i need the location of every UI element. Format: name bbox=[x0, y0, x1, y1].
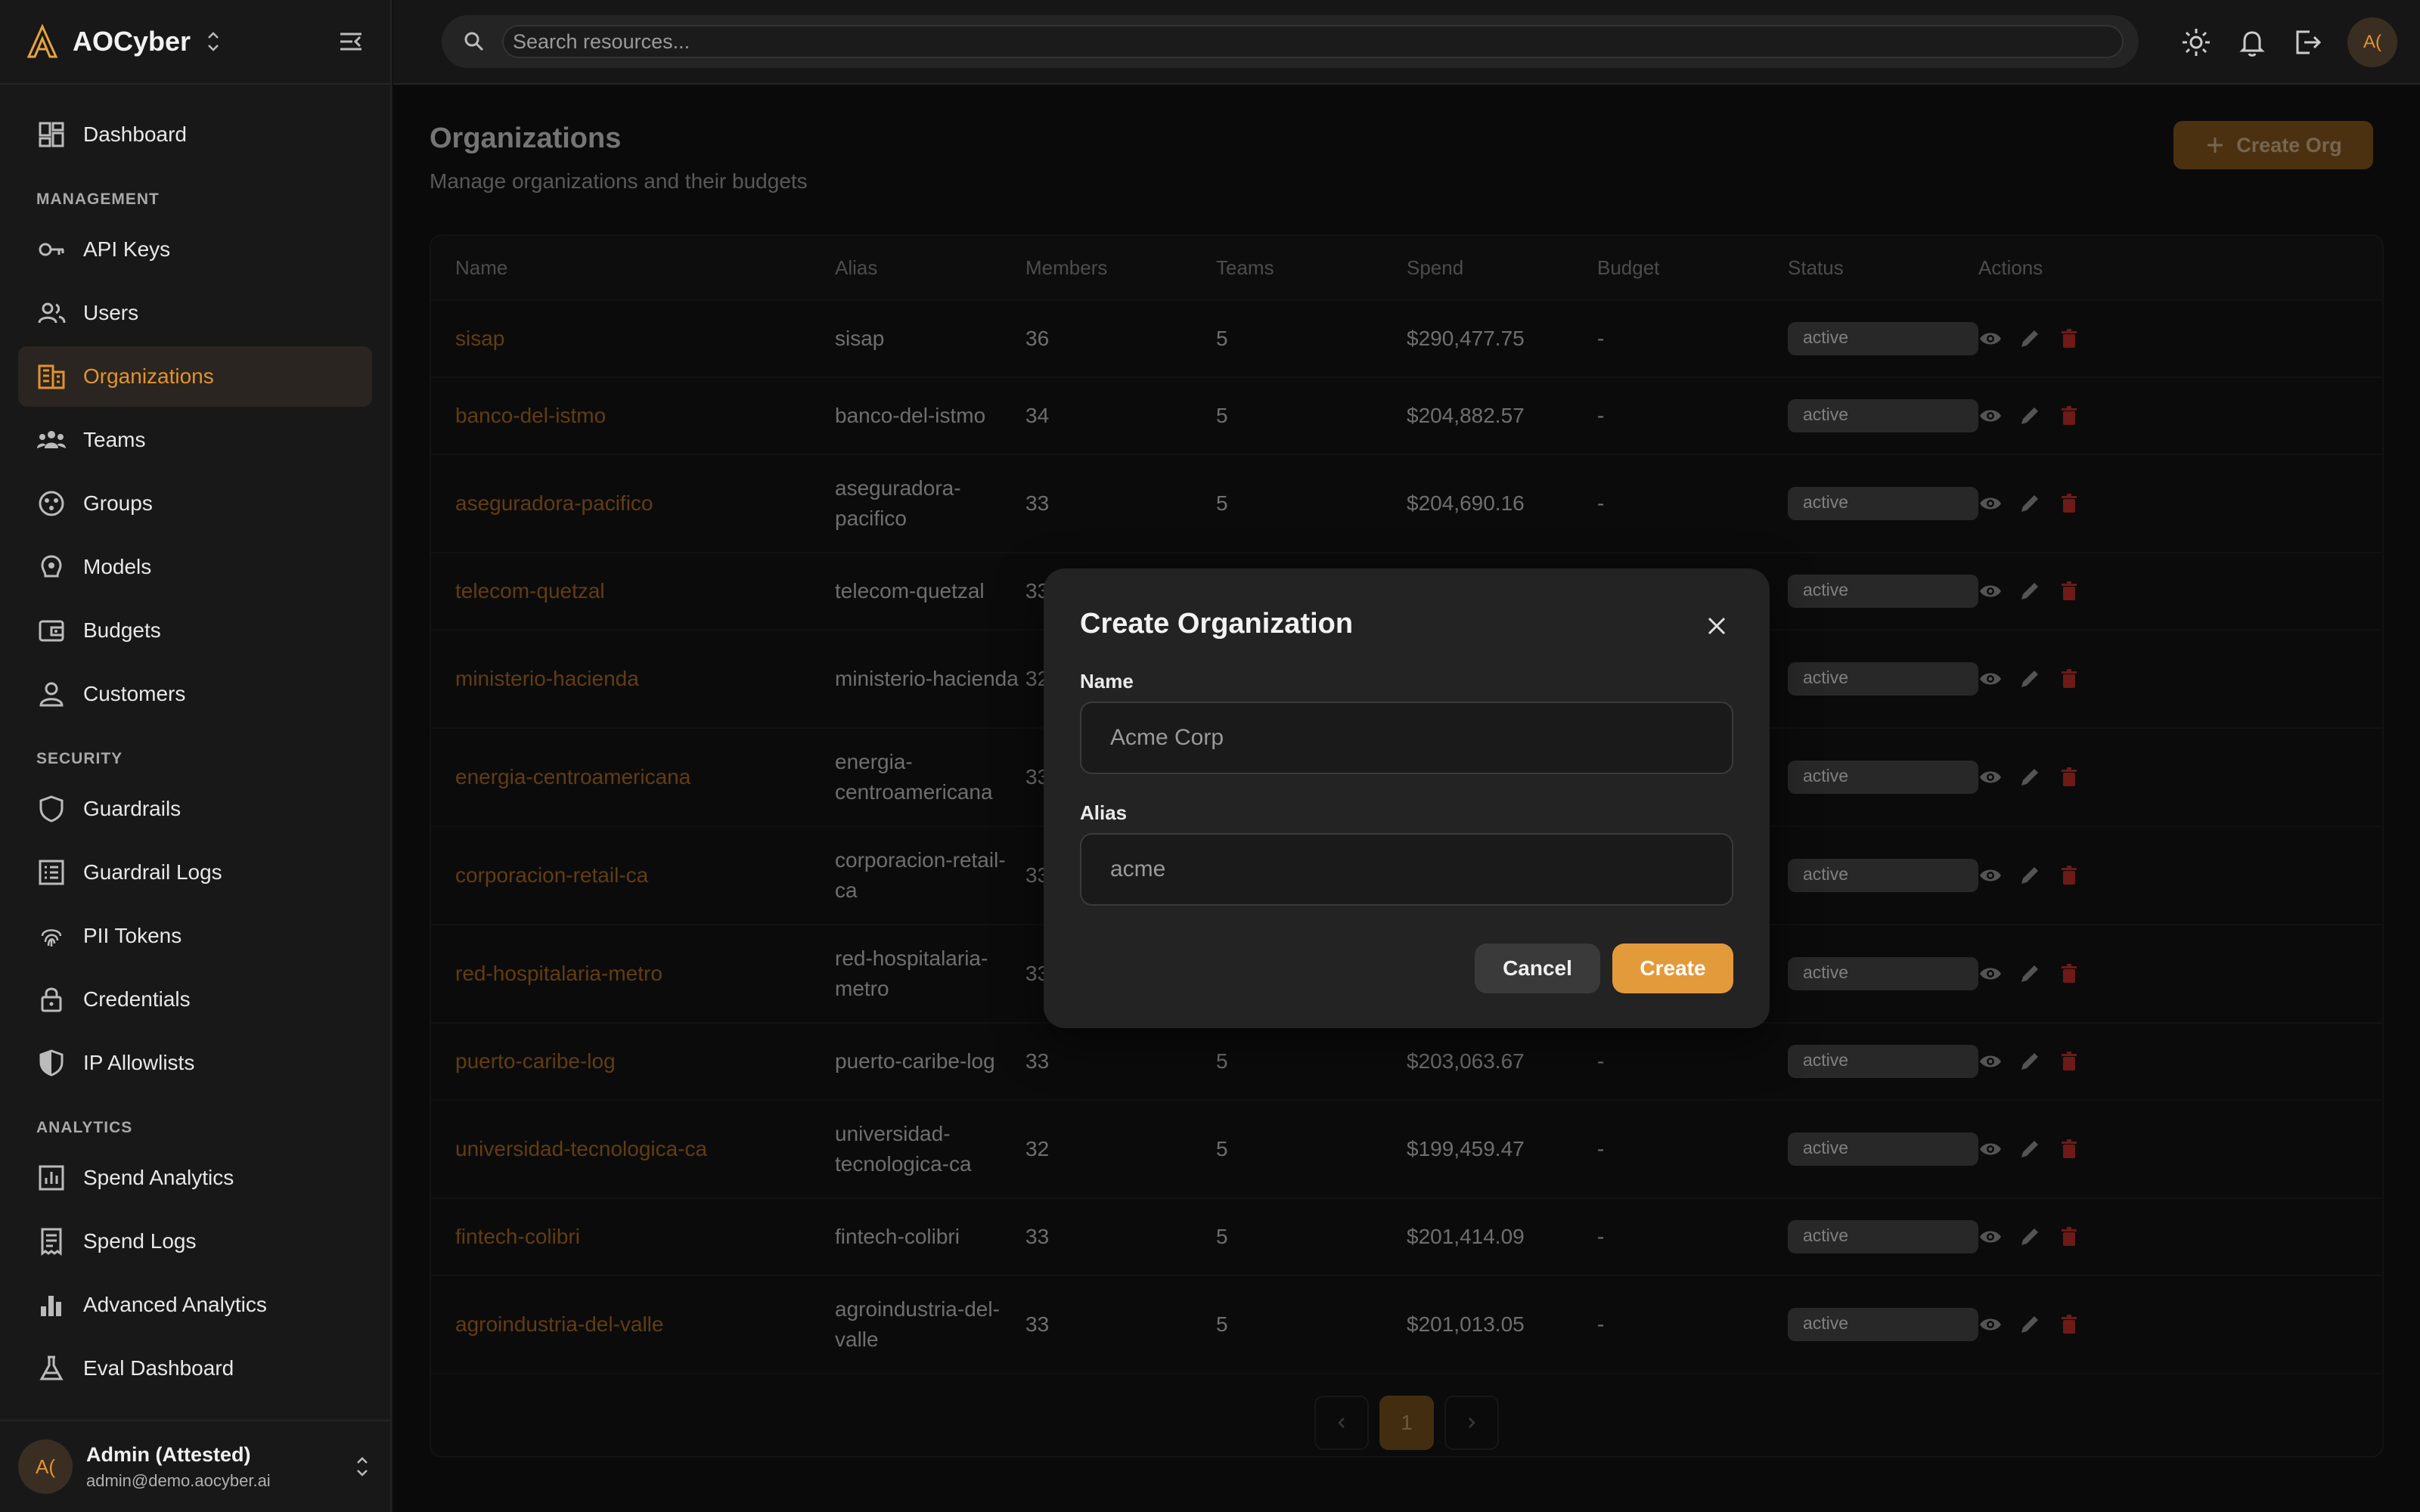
shield-icon bbox=[36, 794, 67, 824]
sidebar-item-advanced-analytics[interactable]: Advanced Analytics bbox=[18, 1275, 372, 1335]
bar-chart-icon bbox=[36, 1290, 67, 1320]
sidebar-item-guardrails[interactable]: Guardrails bbox=[18, 779, 372, 839]
sidebar-item-label: API Keys bbox=[83, 237, 171, 261]
user-name: Admin (Attested) bbox=[86, 1442, 251, 1466]
sidebar-item-organizations[interactable]: Organizations bbox=[18, 346, 372, 407]
collapse-sidebar-icon[interactable] bbox=[336, 26, 366, 57]
sidebar-item-ip-allowlists[interactable]: IP Allowlists bbox=[18, 1033, 372, 1093]
sidebar-item-users[interactable]: Users bbox=[18, 283, 372, 343]
person-icon bbox=[36, 679, 67, 709]
sidebar-item-label: Organizations bbox=[83, 364, 214, 388]
nav-section-security: SECURITY bbox=[36, 750, 123, 767]
sidebar-item-label: PII Tokens bbox=[83, 924, 182, 947]
sidebar-item-teams[interactable]: Teams bbox=[18, 410, 372, 470]
sidebar-item-guardrail-logs[interactable]: Guardrail Logs bbox=[18, 842, 372, 903]
sidebar-item-label: Groups bbox=[83, 491, 153, 515]
sidebar-item-label: Spend Analytics bbox=[83, 1166, 234, 1189]
sidebar-item-credentials[interactable]: Credentials bbox=[18, 969, 372, 1030]
sidebar-item-label: Models bbox=[83, 555, 152, 578]
modal-title: Create Organization bbox=[1080, 608, 1354, 640]
sidebar-item-pii-tokens[interactable]: PII Tokens bbox=[18, 906, 372, 966]
sidebar-item-label: Eval Dashboard bbox=[83, 1356, 234, 1380]
search-icon bbox=[461, 29, 487, 54]
sidebar-item-label: Guardrail Logs bbox=[83, 860, 222, 884]
sidebar-item-spend-analytics[interactable]: Spend Analytics bbox=[18, 1148, 372, 1208]
close-icon[interactable] bbox=[1702, 611, 1732, 641]
chevron-up-down-icon[interactable] bbox=[203, 28, 224, 55]
top-actions: A( bbox=[2180, 17, 2397, 68]
teams-icon bbox=[36, 425, 67, 455]
users-icon bbox=[36, 298, 67, 328]
groups-icon bbox=[36, 488, 67, 519]
search-bar bbox=[442, 15, 2139, 68]
sidebar-item-spend-logs[interactable]: Spend Logs bbox=[18, 1211, 372, 1272]
sidebar-item-budgets[interactable]: Budgets bbox=[18, 600, 372, 661]
sidebar: AOCyber Dashboard MANAGEMENT API Keys Us… bbox=[0, 0, 392, 1512]
key-icon bbox=[36, 234, 67, 265]
sidebar-item-label: Guardrails bbox=[83, 797, 182, 820]
bell-icon[interactable] bbox=[2235, 26, 2269, 59]
logout-icon[interactable] bbox=[2291, 26, 2325, 59]
sidebar-nav: Dashboard MANAGEMENT API Keys Users Orga… bbox=[0, 85, 390, 1399]
brand-header: AOCyber bbox=[0, 0, 390, 85]
sidebar-item-groups[interactable]: Groups bbox=[18, 473, 372, 534]
sidebar-item-label: Dashboard bbox=[83, 122, 187, 146]
name-field[interactable] bbox=[1080, 702, 1733, 774]
brand-name: AOCyber bbox=[73, 26, 191, 57]
sidebar-item-api-keys[interactable]: API Keys bbox=[18, 219, 372, 280]
nav-section-management: MANAGEMENT bbox=[36, 191, 160, 208]
flask-icon bbox=[36, 1353, 67, 1383]
dashboard-icon bbox=[36, 119, 67, 150]
cancel-button[interactable]: Cancel bbox=[1475, 943, 1600, 993]
sidebar-item-models[interactable]: Models bbox=[18, 537, 372, 597]
sidebar-item-label: Advanced Analytics bbox=[83, 1293, 267, 1316]
sidebar-item-label: Teams bbox=[83, 428, 146, 451]
avatar: A( bbox=[18, 1439, 73, 1494]
nav-section-analytics: ANALYTICS bbox=[36, 1119, 133, 1136]
fingerprint-icon bbox=[36, 921, 67, 951]
user-email: admin@demo.aocyber.ai bbox=[86, 1470, 271, 1490]
receipt-icon bbox=[36, 1226, 67, 1256]
sun-icon[interactable] bbox=[2180, 26, 2213, 59]
sidebar-item-label: Spend Logs bbox=[83, 1229, 197, 1253]
top-bar: A( bbox=[393, 0, 2420, 85]
wallet-icon bbox=[36, 615, 67, 646]
lock-icon bbox=[36, 984, 67, 1015]
user-account-card[interactable]: A( Admin (Attested) admin@demo.aocyber.a… bbox=[0, 1420, 390, 1512]
list-icon bbox=[36, 857, 67, 888]
sidebar-item-customers[interactable]: Customers bbox=[18, 664, 372, 724]
aocyber-logo-icon bbox=[24, 23, 60, 60]
alias-label: Alias bbox=[1080, 801, 1128, 824]
name-label: Name bbox=[1080, 670, 1134, 692]
sidebar-item-label: Customers bbox=[83, 682, 186, 705]
sidebar-item-label: Users bbox=[83, 301, 139, 324]
create-organization-dialog: Create Organization Name Alias Cancel Cr… bbox=[1044, 569, 1770, 1028]
sidebar-item-eval-dashboard[interactable]: Eval Dashboard bbox=[18, 1338, 372, 1399]
create-button[interactable]: Create bbox=[1612, 943, 1733, 993]
search-input[interactable] bbox=[502, 25, 2124, 58]
avatar[interactable]: A( bbox=[2347, 17, 2397, 67]
chevron-up-down-icon[interactable] bbox=[352, 1453, 372, 1480]
sidebar-item-label: Credentials bbox=[83, 987, 191, 1011]
alias-field[interactable] bbox=[1080, 833, 1733, 906]
chart-box-icon bbox=[36, 1163, 67, 1193]
sidebar-item-label: Budgets bbox=[83, 618, 161, 642]
sidebar-item-label: IP Allowlists bbox=[83, 1051, 195, 1074]
sidebar-item-dashboard[interactable]: Dashboard bbox=[18, 104, 372, 165]
building-icon bbox=[36, 361, 67, 392]
user-info: Admin (Attested) admin@demo.aocyber.ai bbox=[86, 1443, 271, 1491]
models-icon bbox=[36, 552, 67, 582]
shield-half-icon bbox=[36, 1048, 67, 1078]
